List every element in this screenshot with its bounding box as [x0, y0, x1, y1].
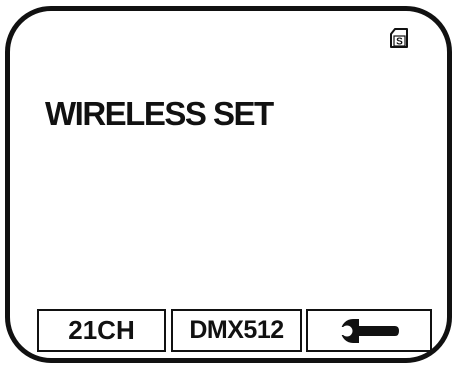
softkey-channel[interactable]: 21CH [37, 309, 166, 352]
screen-title: WIRELESS SET [45, 95, 274, 132]
s-card-icon: S [388, 27, 410, 49]
softkey-settings[interactable] [306, 309, 432, 352]
s-card-icon-letter: S [396, 37, 403, 48]
softkey-dmx512[interactable]: DMX512 [171, 309, 302, 352]
wrench-icon [339, 318, 399, 343]
